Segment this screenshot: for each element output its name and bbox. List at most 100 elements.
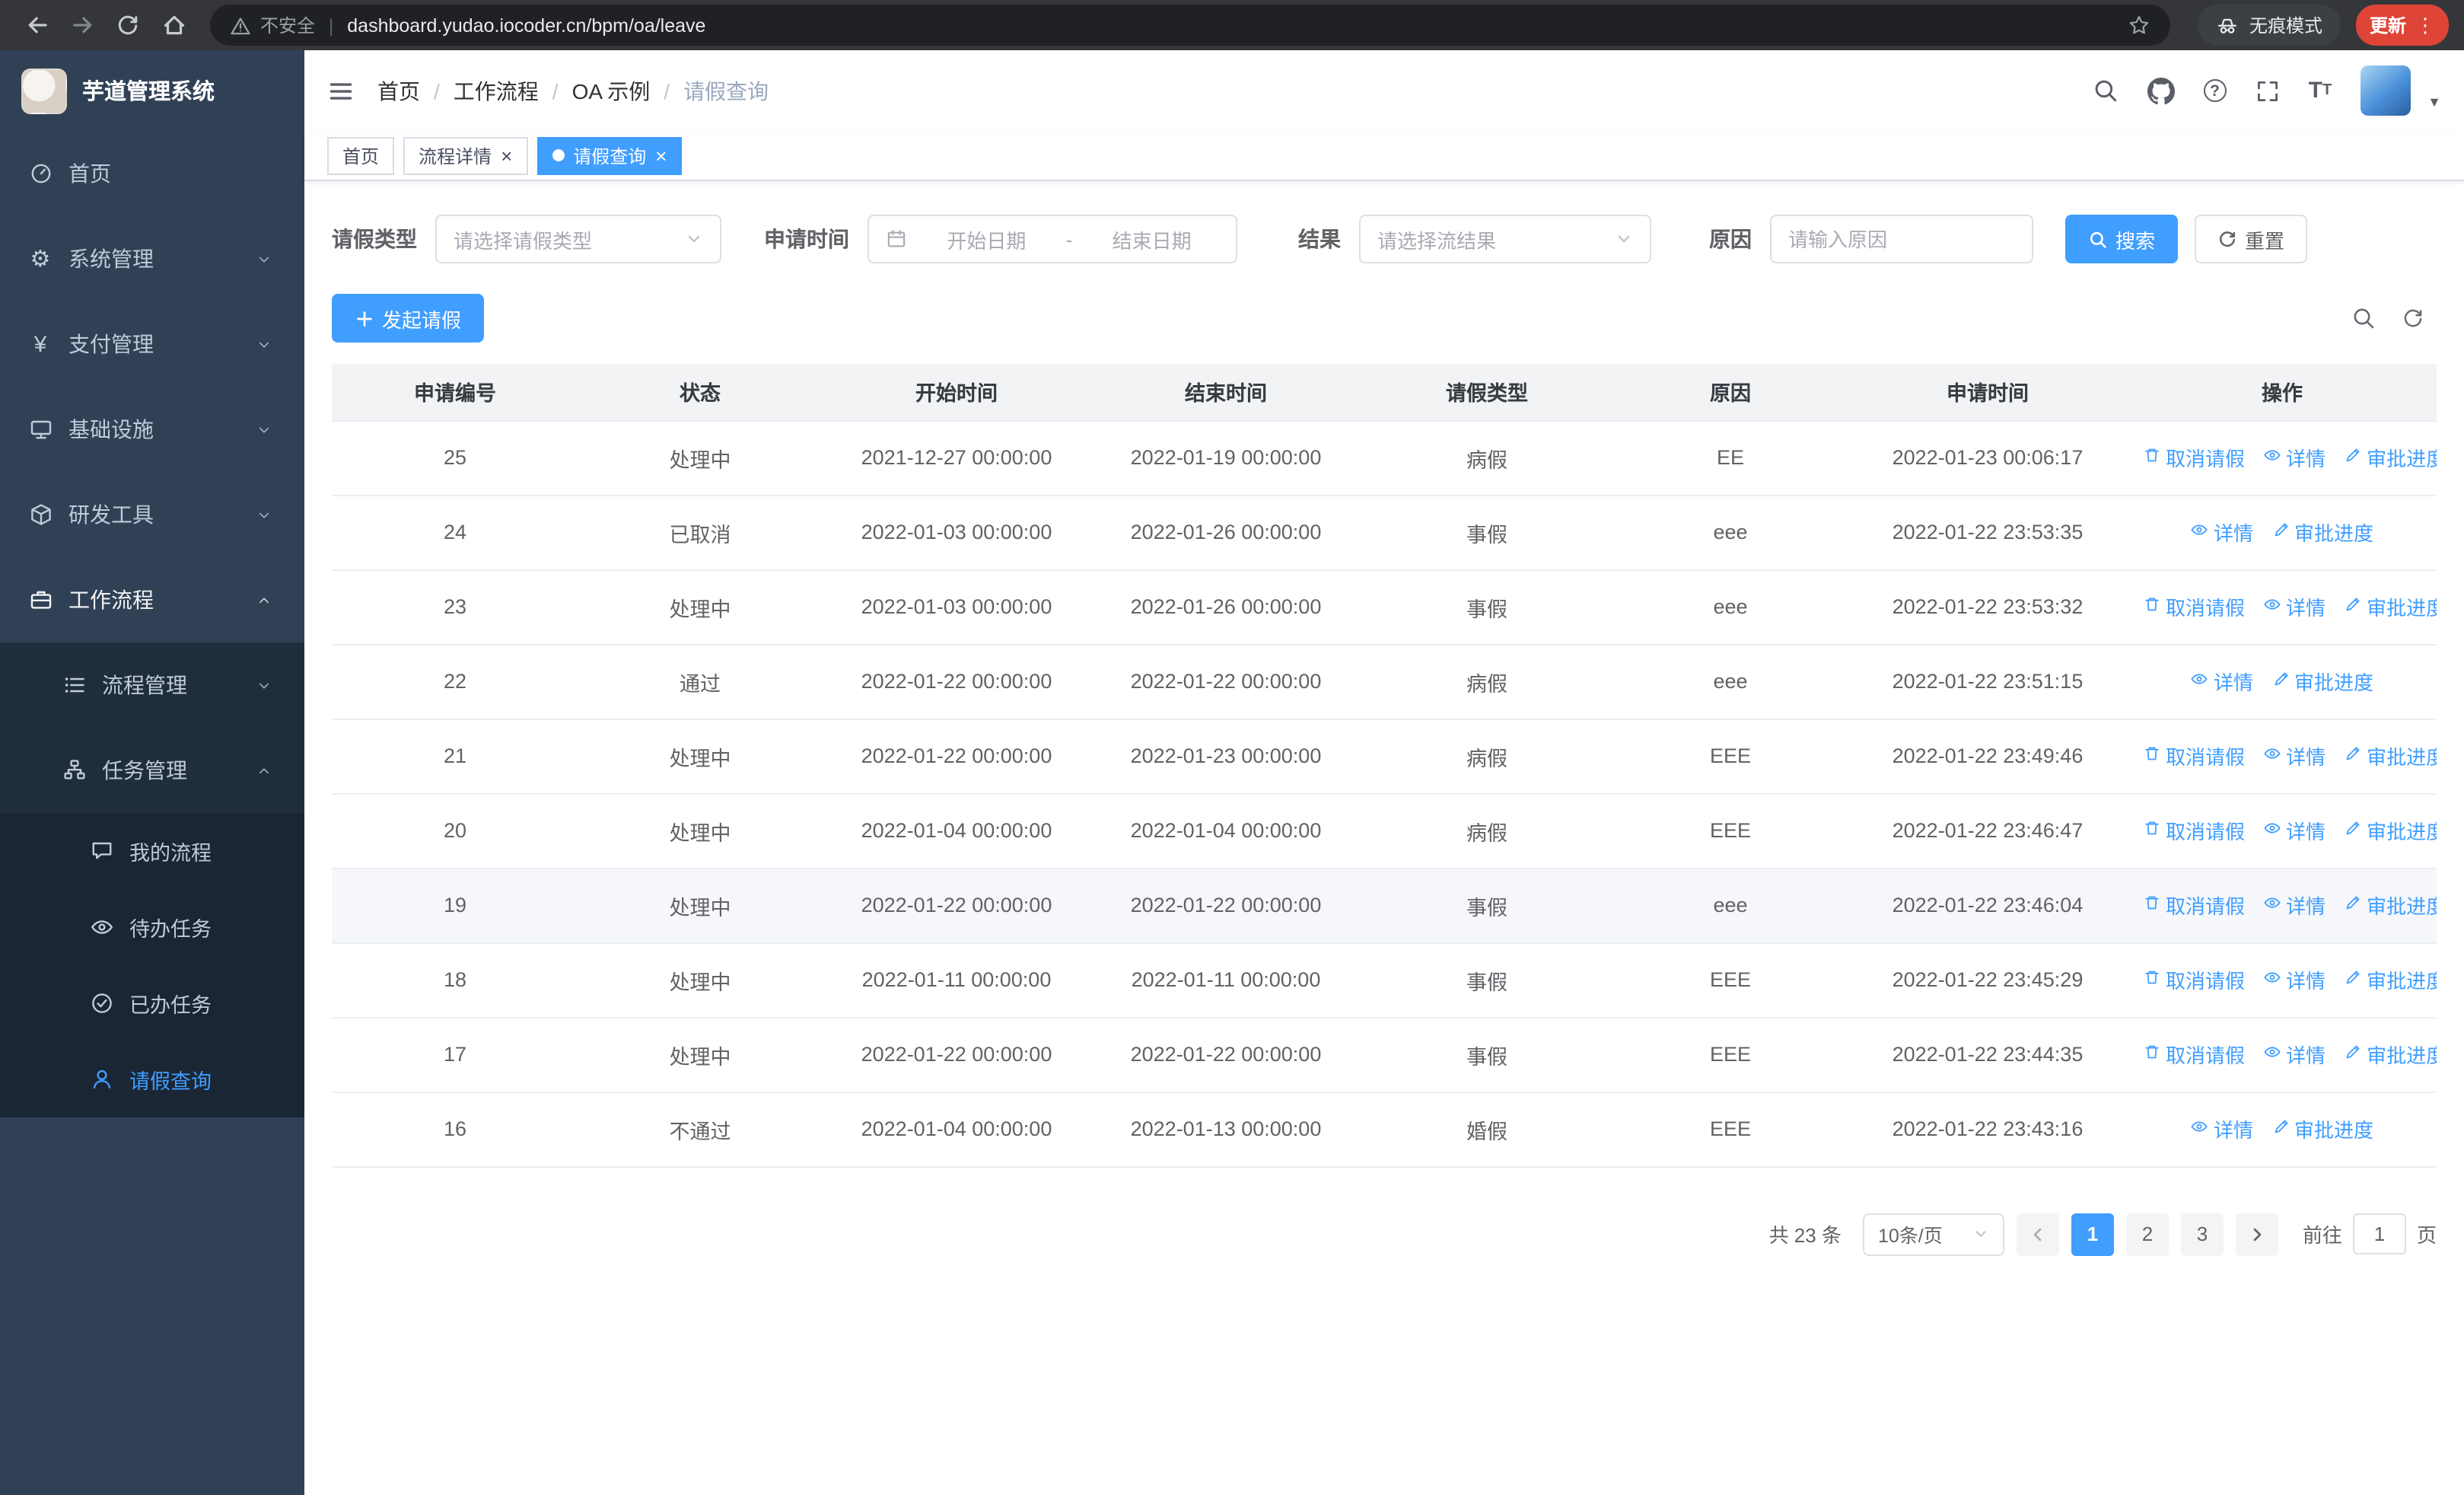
cell-end-time: 2022-01-13 00:00:00 bbox=[1091, 1092, 1361, 1167]
sidebar-item[interactable]: ¥ 支付管理 bbox=[0, 301, 304, 387]
edit-icon bbox=[2344, 819, 2362, 842]
goto-page-input[interactable] bbox=[2352, 1213, 2406, 1254]
approval-progress-link[interactable]: 审批进度 bbox=[2271, 518, 2373, 547]
detail-link[interactable]: 详情 bbox=[2263, 741, 2326, 770]
sidebar-item[interactable]: 我的流程 bbox=[0, 813, 304, 889]
sidebar-item[interactable]: 待办任务 bbox=[0, 889, 304, 965]
cancel-leave-link[interactable]: 取消请假 bbox=[2143, 443, 2245, 472]
page-button[interactable]: 1 bbox=[2071, 1213, 2114, 1255]
create-leave-button[interactable]: 发起请假 bbox=[332, 294, 485, 343]
approval-progress-link[interactable]: 审批进度 bbox=[2344, 1040, 2437, 1069]
leave-type-select[interactable]: 请选择请假类型 bbox=[435, 215, 721, 263]
approval-progress-link[interactable]: 审批进度 bbox=[2344, 965, 2437, 994]
page-button[interactable]: 3 bbox=[2180, 1213, 2224, 1255]
sidebar-item[interactable]: 已办任务 bbox=[0, 965, 304, 1041]
sidebar-item[interactable]: 请假查询 bbox=[0, 1041, 304, 1117]
cancel-leave-link-label: 取消请假 bbox=[2166, 746, 2246, 769]
search-icon[interactable] bbox=[2093, 78, 2119, 104]
cancel-leave-link[interactable]: 取消请假 bbox=[2143, 891, 2245, 920]
user-avatar[interactable] bbox=[2361, 65, 2411, 116]
approval-progress-link[interactable]: 审批进度 bbox=[2271, 1114, 2373, 1143]
reload-icon[interactable] bbox=[107, 4, 149, 46]
apply-time-range-picker[interactable]: 开始日期 - 结束日期 bbox=[867, 215, 1237, 263]
tab-item[interactable]: 流程详情 × bbox=[403, 136, 528, 174]
detail-link[interactable]: 详情 bbox=[2263, 1040, 2326, 1069]
close-icon[interactable]: × bbox=[655, 145, 667, 165]
breadcrumb-item[interactable]: 工作流程 bbox=[454, 75, 539, 106]
detail-link[interactable]: 详情 bbox=[2191, 667, 2253, 696]
table-refresh-icon[interactable] bbox=[2402, 307, 2424, 330]
cell-actions: 取消请假 详情 审批进度 bbox=[2128, 719, 2437, 794]
sidebar-item[interactable]: 研发工具 bbox=[0, 472, 304, 557]
table-header-row: 申请编号 状态 开始时间 结束时间 请假类型 原因 申请时间 操作 bbox=[332, 364, 2437, 421]
fullscreen-icon[interactable] bbox=[2255, 78, 2280, 103]
chevron-down-icon bbox=[1972, 1226, 1989, 1242]
back-icon[interactable] bbox=[15, 4, 58, 46]
cell-status: 通过 bbox=[578, 644, 822, 719]
next-page-button[interactable] bbox=[2235, 1213, 2278, 1255]
tab-item[interactable]: 首页 bbox=[327, 136, 395, 174]
detail-link[interactable]: 详情 bbox=[2263, 891, 2326, 920]
bookmark-star-icon[interactable] bbox=[2128, 14, 2150, 37]
sidebar-item[interactable]: 首页 bbox=[0, 131, 304, 216]
search-button[interactable]: 搜索 bbox=[2065, 215, 2179, 263]
detail-link[interactable]: 详情 bbox=[2263, 965, 2326, 994]
reason-input[interactable] bbox=[1770, 215, 2033, 263]
tab-active[interactable]: 请假查询 × bbox=[536, 136, 683, 174]
table-toolbar: 发起请假 bbox=[332, 294, 2437, 343]
cancel-leave-link[interactable]: 取消请假 bbox=[2143, 965, 2245, 994]
security-status[interactable]: 不安全 bbox=[230, 12, 315, 38]
caret-down-icon[interactable]: ▼ bbox=[2427, 94, 2441, 116]
approval-progress-link[interactable]: 审批进度 bbox=[2344, 891, 2437, 920]
cancel-leave-link[interactable]: 取消请假 bbox=[2143, 816, 2245, 845]
detail-link[interactable]: 详情 bbox=[2263, 592, 2326, 621]
cell-id: 23 bbox=[332, 569, 578, 645]
chevron-down-icon bbox=[251, 677, 277, 693]
cell-status: 处理中 bbox=[578, 719, 822, 794]
sidebar-item[interactable]: ⚙ 系统管理 bbox=[0, 216, 304, 301]
approval-progress-link[interactable]: 审批进度 bbox=[2344, 741, 2437, 770]
column-header: 操作 bbox=[2128, 364, 2437, 421]
column-header: 结束时间 bbox=[1091, 364, 1361, 421]
approval-progress-link[interactable]: 审批进度 bbox=[2344, 443, 2437, 472]
breadcrumb-item: 请假查询 bbox=[683, 78, 769, 103]
close-icon[interactable]: × bbox=[501, 145, 512, 165]
home-icon[interactable] bbox=[152, 4, 195, 46]
github-icon[interactable] bbox=[2147, 77, 2175, 104]
cancel-leave-link[interactable]: 取消请假 bbox=[2143, 741, 2245, 770]
infrastructure-icon bbox=[27, 417, 53, 441]
cell-leave-type: 病假 bbox=[1361, 420, 1613, 496]
table-search-icon[interactable] bbox=[2351, 306, 2376, 330]
reset-button[interactable]: 重置 bbox=[2195, 215, 2308, 263]
approval-progress-link[interactable]: 审批进度 bbox=[2344, 816, 2437, 845]
approval-progress-link[interactable]: 审批进度 bbox=[2271, 667, 2373, 696]
gear-icon: ⚙ bbox=[30, 247, 51, 273]
cell-end-time: 2022-01-23 00:00:00 bbox=[1091, 719, 1361, 794]
cell-status: 已取消 bbox=[578, 495, 822, 570]
address-bar[interactable]: 不安全 | dashboard.yudao.iocoder.cn/bpm/oa/… bbox=[210, 5, 2170, 46]
help-icon[interactable]: ? bbox=[2203, 79, 2227, 102]
cancel-leave-link[interactable]: 取消请假 bbox=[2143, 1040, 2245, 1069]
detail-link[interactable]: 详情 bbox=[2263, 443, 2326, 472]
page-size-select[interactable]: 10条/页 bbox=[1862, 1213, 2004, 1255]
browser-update-button[interactable]: 更新 ⋮ bbox=[2355, 5, 2449, 46]
collapse-menu-icon[interactable] bbox=[327, 77, 355, 104]
prev-page-button[interactable] bbox=[2016, 1213, 2059, 1255]
sidebar-item[interactable]: 流程管理 bbox=[0, 642, 304, 728]
breadcrumb-item[interactable]: 首页 bbox=[377, 75, 420, 106]
sidebar-item[interactable]: 任务管理 bbox=[0, 728, 304, 813]
result-select[interactable]: 请选择流结果 bbox=[1359, 215, 1651, 263]
sidebar: 芋道管理系统 首页 ⚙ 系统管理 ¥ 支付管理 基础设施 研发工具 工作流程 流程管理 任务管理我… bbox=[0, 50, 304, 1495]
approval-progress-link[interactable]: 审批进度 bbox=[2344, 592, 2437, 621]
breadcrumb-item[interactable]: OA 示例 bbox=[572, 75, 651, 106]
forward-icon[interactable] bbox=[61, 4, 103, 46]
detail-link[interactable]: 详情 bbox=[2191, 1114, 2253, 1143]
cancel-leave-link[interactable]: 取消请假 bbox=[2143, 592, 2245, 621]
detail-link[interactable]: 详情 bbox=[2191, 518, 2253, 547]
detail-link[interactable]: 详情 bbox=[2263, 816, 2326, 845]
sidebar-item[interactable]: 工作流程 bbox=[0, 557, 304, 642]
sidebar-item[interactable]: 基础设施 bbox=[0, 387, 304, 472]
page-button[interactable]: 2 bbox=[2125, 1213, 2169, 1255]
sidebar-item-label: 首页 bbox=[68, 161, 111, 186]
font-size-icon[interactable]: TT bbox=[2309, 79, 2332, 102]
